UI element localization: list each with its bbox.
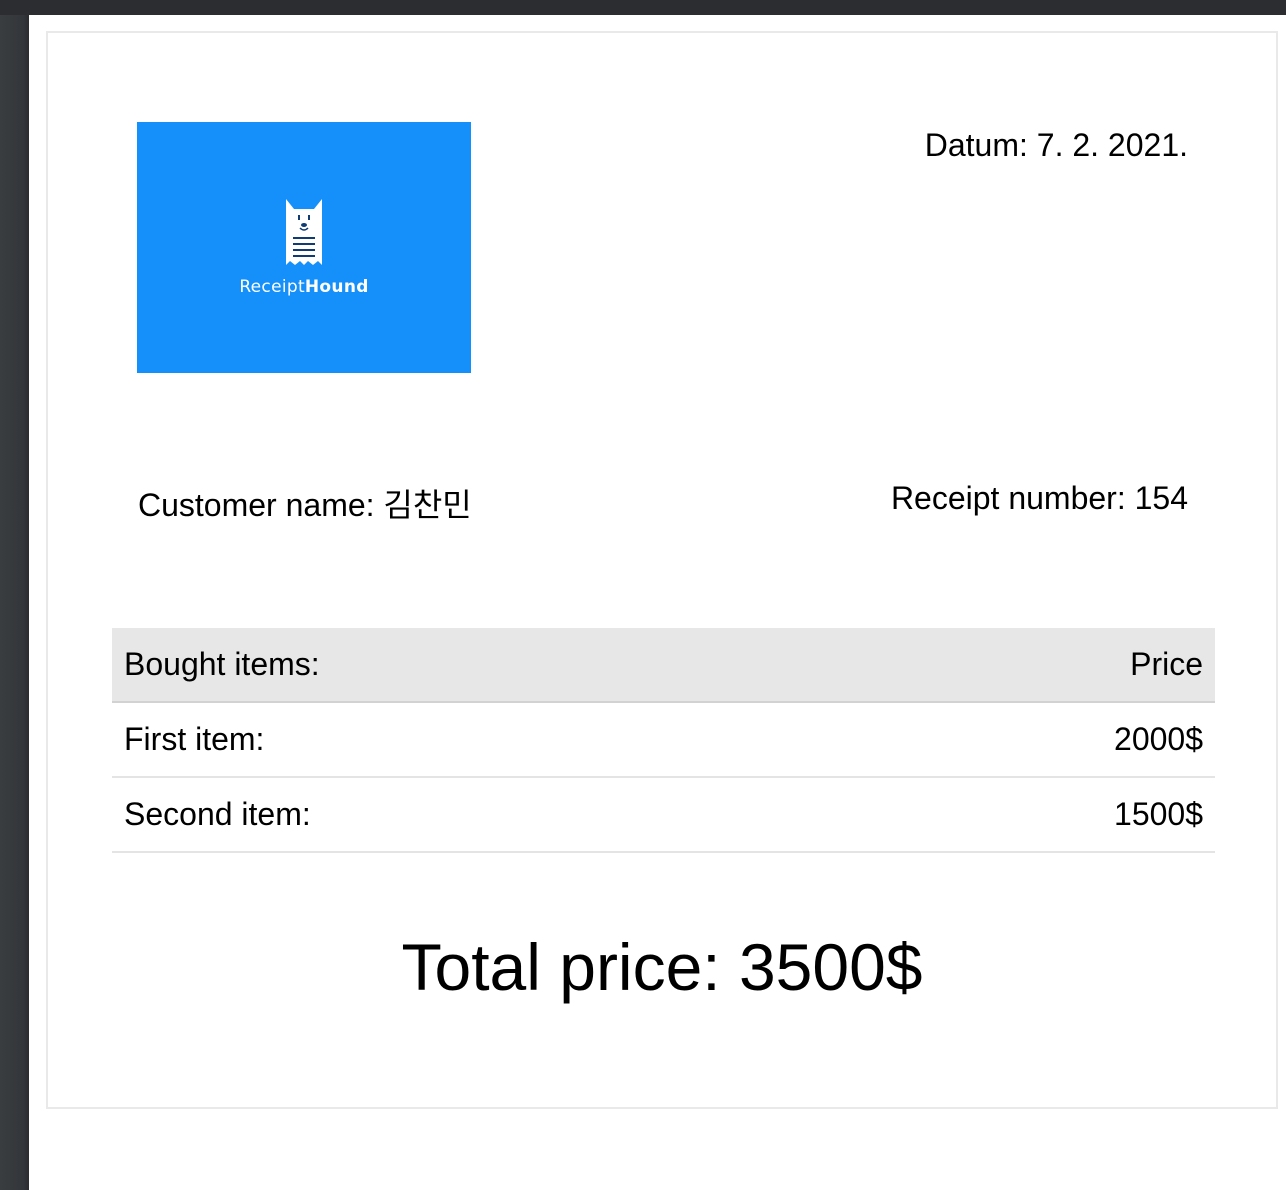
total-label: Total price: bbox=[401, 930, 721, 1004]
item-price: 2000$ bbox=[1114, 721, 1203, 757]
date-value: 7. 2. 2021. bbox=[1036, 127, 1188, 163]
table-row: First item: 2000$ bbox=[112, 702, 1215, 777]
receipt-dog-icon bbox=[286, 199, 322, 265]
customer-name: Customer name: 김찬민 bbox=[138, 480, 472, 526]
browser-top-bar bbox=[0, 0, 1286, 15]
receipthound-logo: ReceiptHound bbox=[137, 122, 471, 373]
logo-wordmark-bold: Hound bbox=[304, 277, 369, 297]
receipt-date: Datum: 7. 2. 2021. bbox=[925, 127, 1188, 164]
customer-value: 김찬민 bbox=[383, 487, 472, 523]
logo-wordmark-light: Receipt bbox=[239, 277, 305, 297]
header-price: Price bbox=[1130, 646, 1203, 682]
item-name: Second item: bbox=[124, 796, 311, 832]
table-header-row: Bought items: Price bbox=[112, 628, 1215, 702]
header-bought-items: Bought items: bbox=[124, 646, 320, 682]
table-row: Second item: 1500$ bbox=[112, 777, 1215, 852]
receipt-page: ReceiptHound Datum: 7. 2. 2021. Customer… bbox=[46, 31, 1278, 1109]
viewer-side-panel bbox=[0, 15, 29, 1190]
item-price: 1500$ bbox=[1114, 796, 1203, 832]
date-label: Datum: bbox=[924, 127, 1028, 163]
total-value: 3500$ bbox=[738, 930, 923, 1004]
logo-wordmark: ReceiptHound bbox=[137, 277, 471, 297]
receipt-number-value: 154 bbox=[1134, 480, 1188, 516]
total-price: Total price: 3500$ bbox=[48, 929, 1276, 1005]
items-table: Bought items: Price First item: 2000$ Se… bbox=[112, 628, 1215, 853]
item-name: First item: bbox=[124, 721, 265, 757]
customer-label: Customer name: bbox=[138, 487, 375, 523]
receipt-number-label: Receipt number: bbox=[890, 480, 1126, 516]
receipt-number: Receipt number: 154 bbox=[891, 480, 1188, 517]
